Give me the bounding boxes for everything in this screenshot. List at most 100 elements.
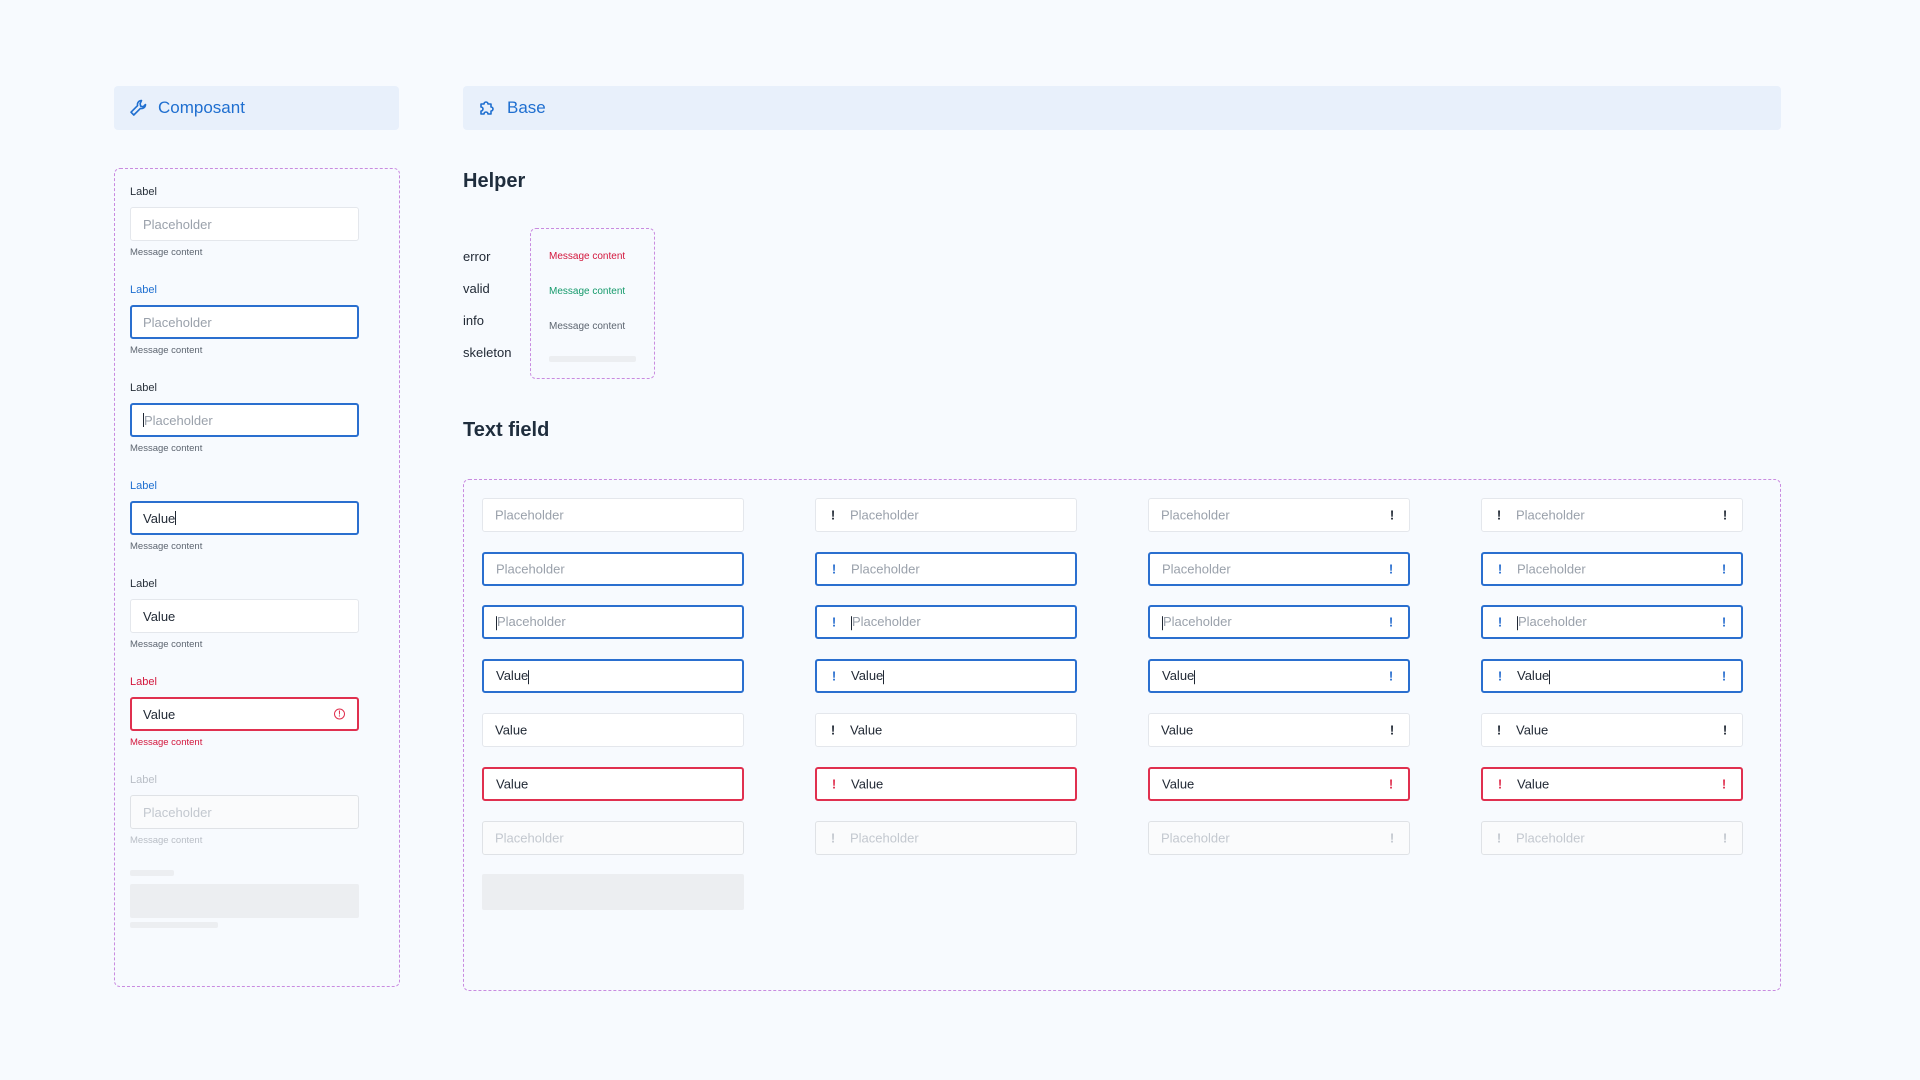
textfield-title: Text field — [463, 419, 550, 441]
text-field-default[interactable]: Placeholder! — [1148, 498, 1410, 532]
skeleton-label — [130, 870, 174, 876]
exclamation-icon: ! — [831, 614, 837, 630]
field-label: Label — [130, 284, 157, 296]
input-placeholder: Placeholder — [496, 614, 566, 630]
input-placeholder: Placeholder — [143, 314, 212, 330]
text-field-focus-filled[interactable]: Value! — [1148, 659, 1410, 693]
field-label: Label — [130, 774, 157, 786]
placeholder-text: Placeholder — [1161, 507, 1230, 523]
helper-message: Message content — [130, 835, 203, 846]
input-placeholder: Placeholder — [496, 562, 565, 577]
value-text: Value — [1516, 722, 1549, 738]
value-text: Value — [1161, 722, 1194, 738]
tab-composant[interactable]: Composant — [114, 86, 399, 130]
placeholder-text: Placeholder — [850, 830, 919, 846]
text-field-focus-filled[interactable]: Value!! — [1481, 659, 1743, 693]
exclamation-icon: ! — [831, 561, 837, 577]
input-placeholder: Placeholder — [143, 804, 212, 820]
text-field-filled[interactable]: Value! — [1148, 713, 1410, 747]
exclamation-icon: ! — [830, 722, 836, 738]
text-field-disabled: Placeholder! — [815, 821, 1077, 855]
exclamation-icon: ! — [1496, 507, 1502, 523]
exclamation-icon: ! — [1722, 722, 1728, 738]
field-label: Label — [130, 186, 157, 198]
text-field-focus-empty[interactable]: Placeholder — [482, 605, 744, 639]
tab-base[interactable]: Base — [463, 86, 1781, 130]
input-placeholder: Placeholder — [144, 412, 213, 428]
text-input[interactable]: Value ! — [130, 697, 359, 731]
exclamation-icon: ! — [1389, 830, 1395, 846]
value-text: Value — [495, 722, 528, 738]
text-caret — [175, 511, 177, 525]
exclamation-icon: ! — [1721, 668, 1727, 684]
helper-message-valid: Message content — [549, 286, 626, 297]
value-text: Value — [851, 776, 884, 792]
text-field-filled[interactable]: Value! — [815, 713, 1077, 747]
text-field-hover[interactable]: Placeholder! — [1148, 552, 1410, 586]
helper-title: Helper — [463, 170, 526, 192]
exclamation-icon: ! — [1497, 561, 1503, 577]
text-field-error[interactable]: Value! — [815, 767, 1077, 801]
text-field-default[interactable]: Placeholder! — [815, 498, 1077, 532]
exclamation-icon: ! — [1721, 614, 1727, 630]
text-field-hover[interactable]: Placeholder — [482, 552, 744, 586]
text-field-error[interactable]: Value!! — [1481, 767, 1743, 801]
value-text: Value — [851, 668, 884, 684]
exclamation-icon: ! — [1389, 507, 1395, 523]
text-input[interactable]: Placeholder — [130, 207, 359, 241]
text-field-hover[interactable]: Placeholder! — [815, 552, 1077, 586]
exclamation-icon: ! — [1496, 722, 1502, 738]
text-input[interactable]: Placeholder — [130, 403, 359, 437]
input-placeholder: Placeholder — [1161, 831, 1230, 846]
placeholder-text: Placeholder — [1517, 561, 1586, 577]
field-hover: Label Placeholder Message content — [130, 284, 360, 356]
exclamation-icon: ! — [830, 507, 836, 523]
input-value: Value — [1517, 777, 1549, 792]
exclamation-icon: ! — [1388, 776, 1394, 792]
field-label: Label — [130, 382, 157, 394]
field-error: Label Value ! Message content — [130, 676, 360, 748]
text-field-hover[interactable]: Placeholder!! — [1481, 552, 1743, 586]
exclamation-icon: ! — [831, 668, 837, 684]
text-field-focus-filled[interactable]: Value — [482, 659, 744, 693]
text-input[interactable]: Value — [130, 501, 359, 535]
text-field-default[interactable]: Placeholder — [482, 498, 744, 532]
text-input[interactable]: Placeholder — [130, 305, 359, 339]
input-value: Value — [1161, 723, 1193, 738]
exclamation-icon: ! — [1721, 561, 1727, 577]
field-label: Label — [130, 480, 157, 492]
text-field-focus-filled[interactable]: Value! — [815, 659, 1077, 693]
text-input: Placeholder — [130, 795, 359, 829]
text-caret — [1194, 669, 1196, 684]
helper-message: Message content — [130, 737, 203, 748]
input-placeholder: Placeholder — [851, 614, 921, 630]
text-field-disabled: Placeholder — [482, 821, 744, 855]
text-field-default[interactable]: Placeholder!! — [1481, 498, 1743, 532]
placeholder-text: Placeholder — [852, 614, 921, 630]
input-value: Value — [851, 777, 883, 792]
input-value: Value — [1516, 723, 1548, 738]
input-placeholder: Placeholder — [851, 562, 920, 577]
text-field-focus-empty[interactable]: Placeholder! — [1148, 605, 1410, 639]
helper-message-info: Message content — [549, 321, 626, 332]
exclamation-icon: ! — [1721, 776, 1727, 792]
helper-message: Message content — [130, 443, 203, 454]
skeleton-input — [130, 884, 359, 918]
text-field-error[interactable]: Value! — [1148, 767, 1410, 801]
value-text: Value — [496, 776, 529, 792]
input-value: Value — [850, 723, 882, 738]
placeholder-text: Placeholder — [1518, 614, 1587, 630]
text-field-focus-empty[interactable]: Placeholder! — [815, 605, 1077, 639]
text-caret — [883, 669, 885, 684]
exclamation-icon: ! — [1497, 776, 1503, 792]
field-label: Label — [130, 578, 157, 590]
text-field-filled[interactable]: Value — [482, 713, 744, 747]
helper-name-valid: valid — [463, 281, 490, 296]
input-value: Value — [496, 777, 528, 792]
helper-name-info: info — [463, 313, 484, 328]
text-input[interactable]: Value — [130, 599, 359, 633]
text-field-error[interactable]: Value — [482, 767, 744, 801]
text-field-filled[interactable]: Value!! — [1481, 713, 1743, 747]
value-text: Value — [1162, 776, 1195, 792]
text-field-focus-empty[interactable]: Placeholder!! — [1481, 605, 1743, 639]
